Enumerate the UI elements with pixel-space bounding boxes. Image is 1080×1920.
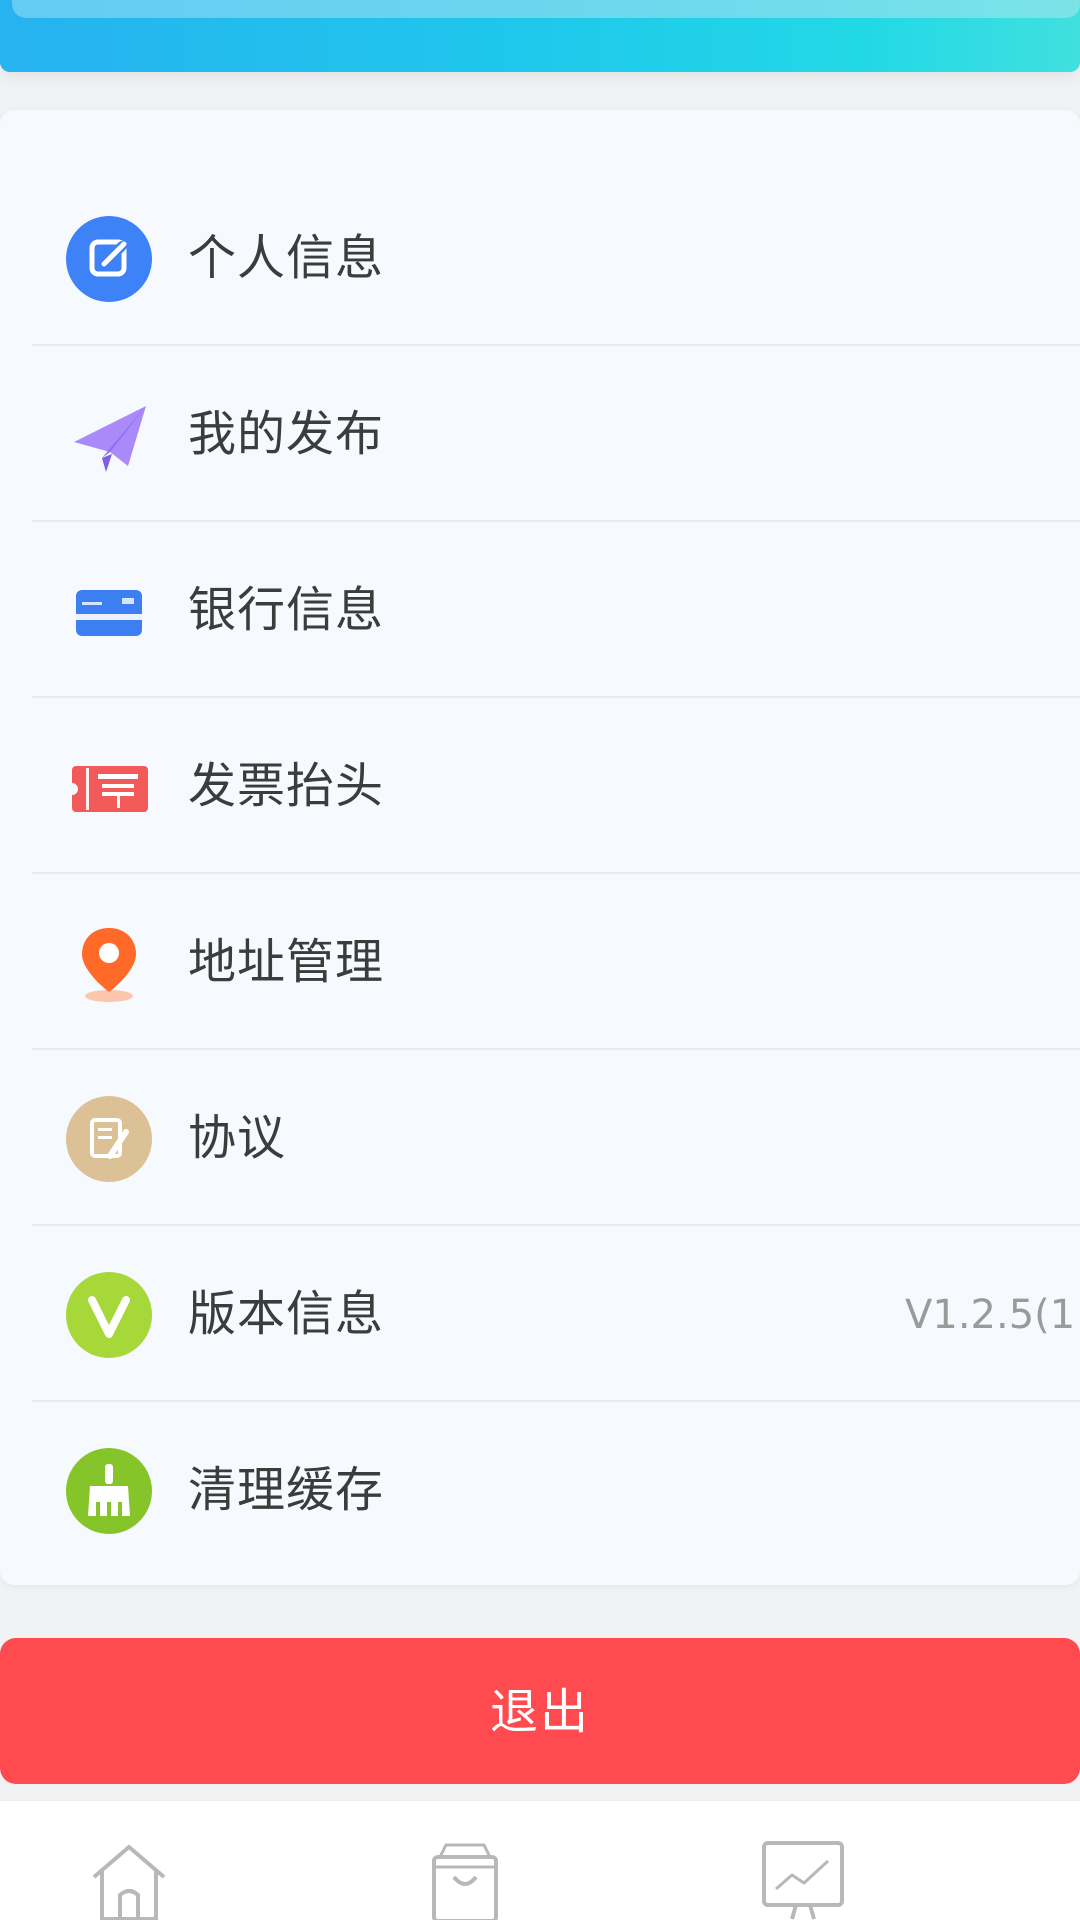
home-icon	[92, 1845, 166, 1920]
menu-item-label: 版本信息	[188, 1286, 385, 1342]
monitor-chart-icon	[762, 1841, 844, 1920]
location-pin-icon	[82, 928, 136, 1002]
menu-item-label: 我的发布	[188, 406, 385, 462]
menu-item-label: 发票抬头	[188, 758, 385, 814]
menu-item-label: 协议	[188, 1110, 287, 1166]
paper-plane-icon	[74, 406, 146, 472]
menu-item-bank-info[interactable]: 银行信息	[0, 522, 1080, 698]
logout-text: 退出	[489, 1684, 590, 1740]
broom-icon	[66, 1448, 152, 1534]
profile-header-highlight	[12, 0, 1080, 18]
menu-item-version-info[interactable]: 版本信息 V1.2.5(1	[0, 1226, 1080, 1402]
menu-item-label: 个人信息	[188, 230, 385, 286]
logout-label: 退出	[0, 1682, 1080, 1742]
bank-card-icon	[76, 590, 142, 636]
menu-item-invoice-title[interactable]: 发票抬头	[0, 698, 1080, 874]
profile-header	[0, 0, 1080, 72]
menu-item-label: 地址管理	[188, 934, 385, 990]
edit-icon	[66, 216, 152, 302]
settings-menu-card: 个人信息 我的发布 银行信息 发票抬头 地址管理 协议 版本信息 V1.2.5(…	[0, 110, 1080, 1585]
profile-settings-page: 个人信息 我的发布 银行信息 发票抬头 地址管理 协议 版本信息 V1.2.5(…	[0, 0, 1080, 1920]
menu-item-clear-cache[interactable]: 清理缓存	[0, 1402, 1080, 1578]
menu-item-personal-info[interactable]: 个人信息	[0, 170, 1080, 346]
agreement-document-icon	[66, 1096, 152, 1182]
menu-item-label: 银行信息	[188, 582, 385, 638]
version-v-icon	[66, 1272, 152, 1358]
tab-dashboard[interactable]	[758, 1839, 848, 1920]
invoice-ticket-icon	[66, 766, 148, 812]
shopping-bag-icon	[432, 1843, 498, 1920]
tab-shop[interactable]	[420, 1839, 510, 1920]
tab-home[interactable]	[84, 1839, 174, 1920]
menu-item-agreement[interactable]: 协议	[0, 1050, 1080, 1226]
menu-item-label: 清理缓存	[188, 1462, 385, 1518]
bottom-tab-bar	[0, 1800, 1080, 1920]
logout-button[interactable]: 退出	[0, 1638, 1080, 1784]
version-number: V1.2.5(1	[905, 1292, 1076, 1338]
menu-item-my-posts[interactable]: 我的发布	[0, 346, 1080, 522]
menu-item-address-management[interactable]: 地址管理	[0, 874, 1080, 1050]
